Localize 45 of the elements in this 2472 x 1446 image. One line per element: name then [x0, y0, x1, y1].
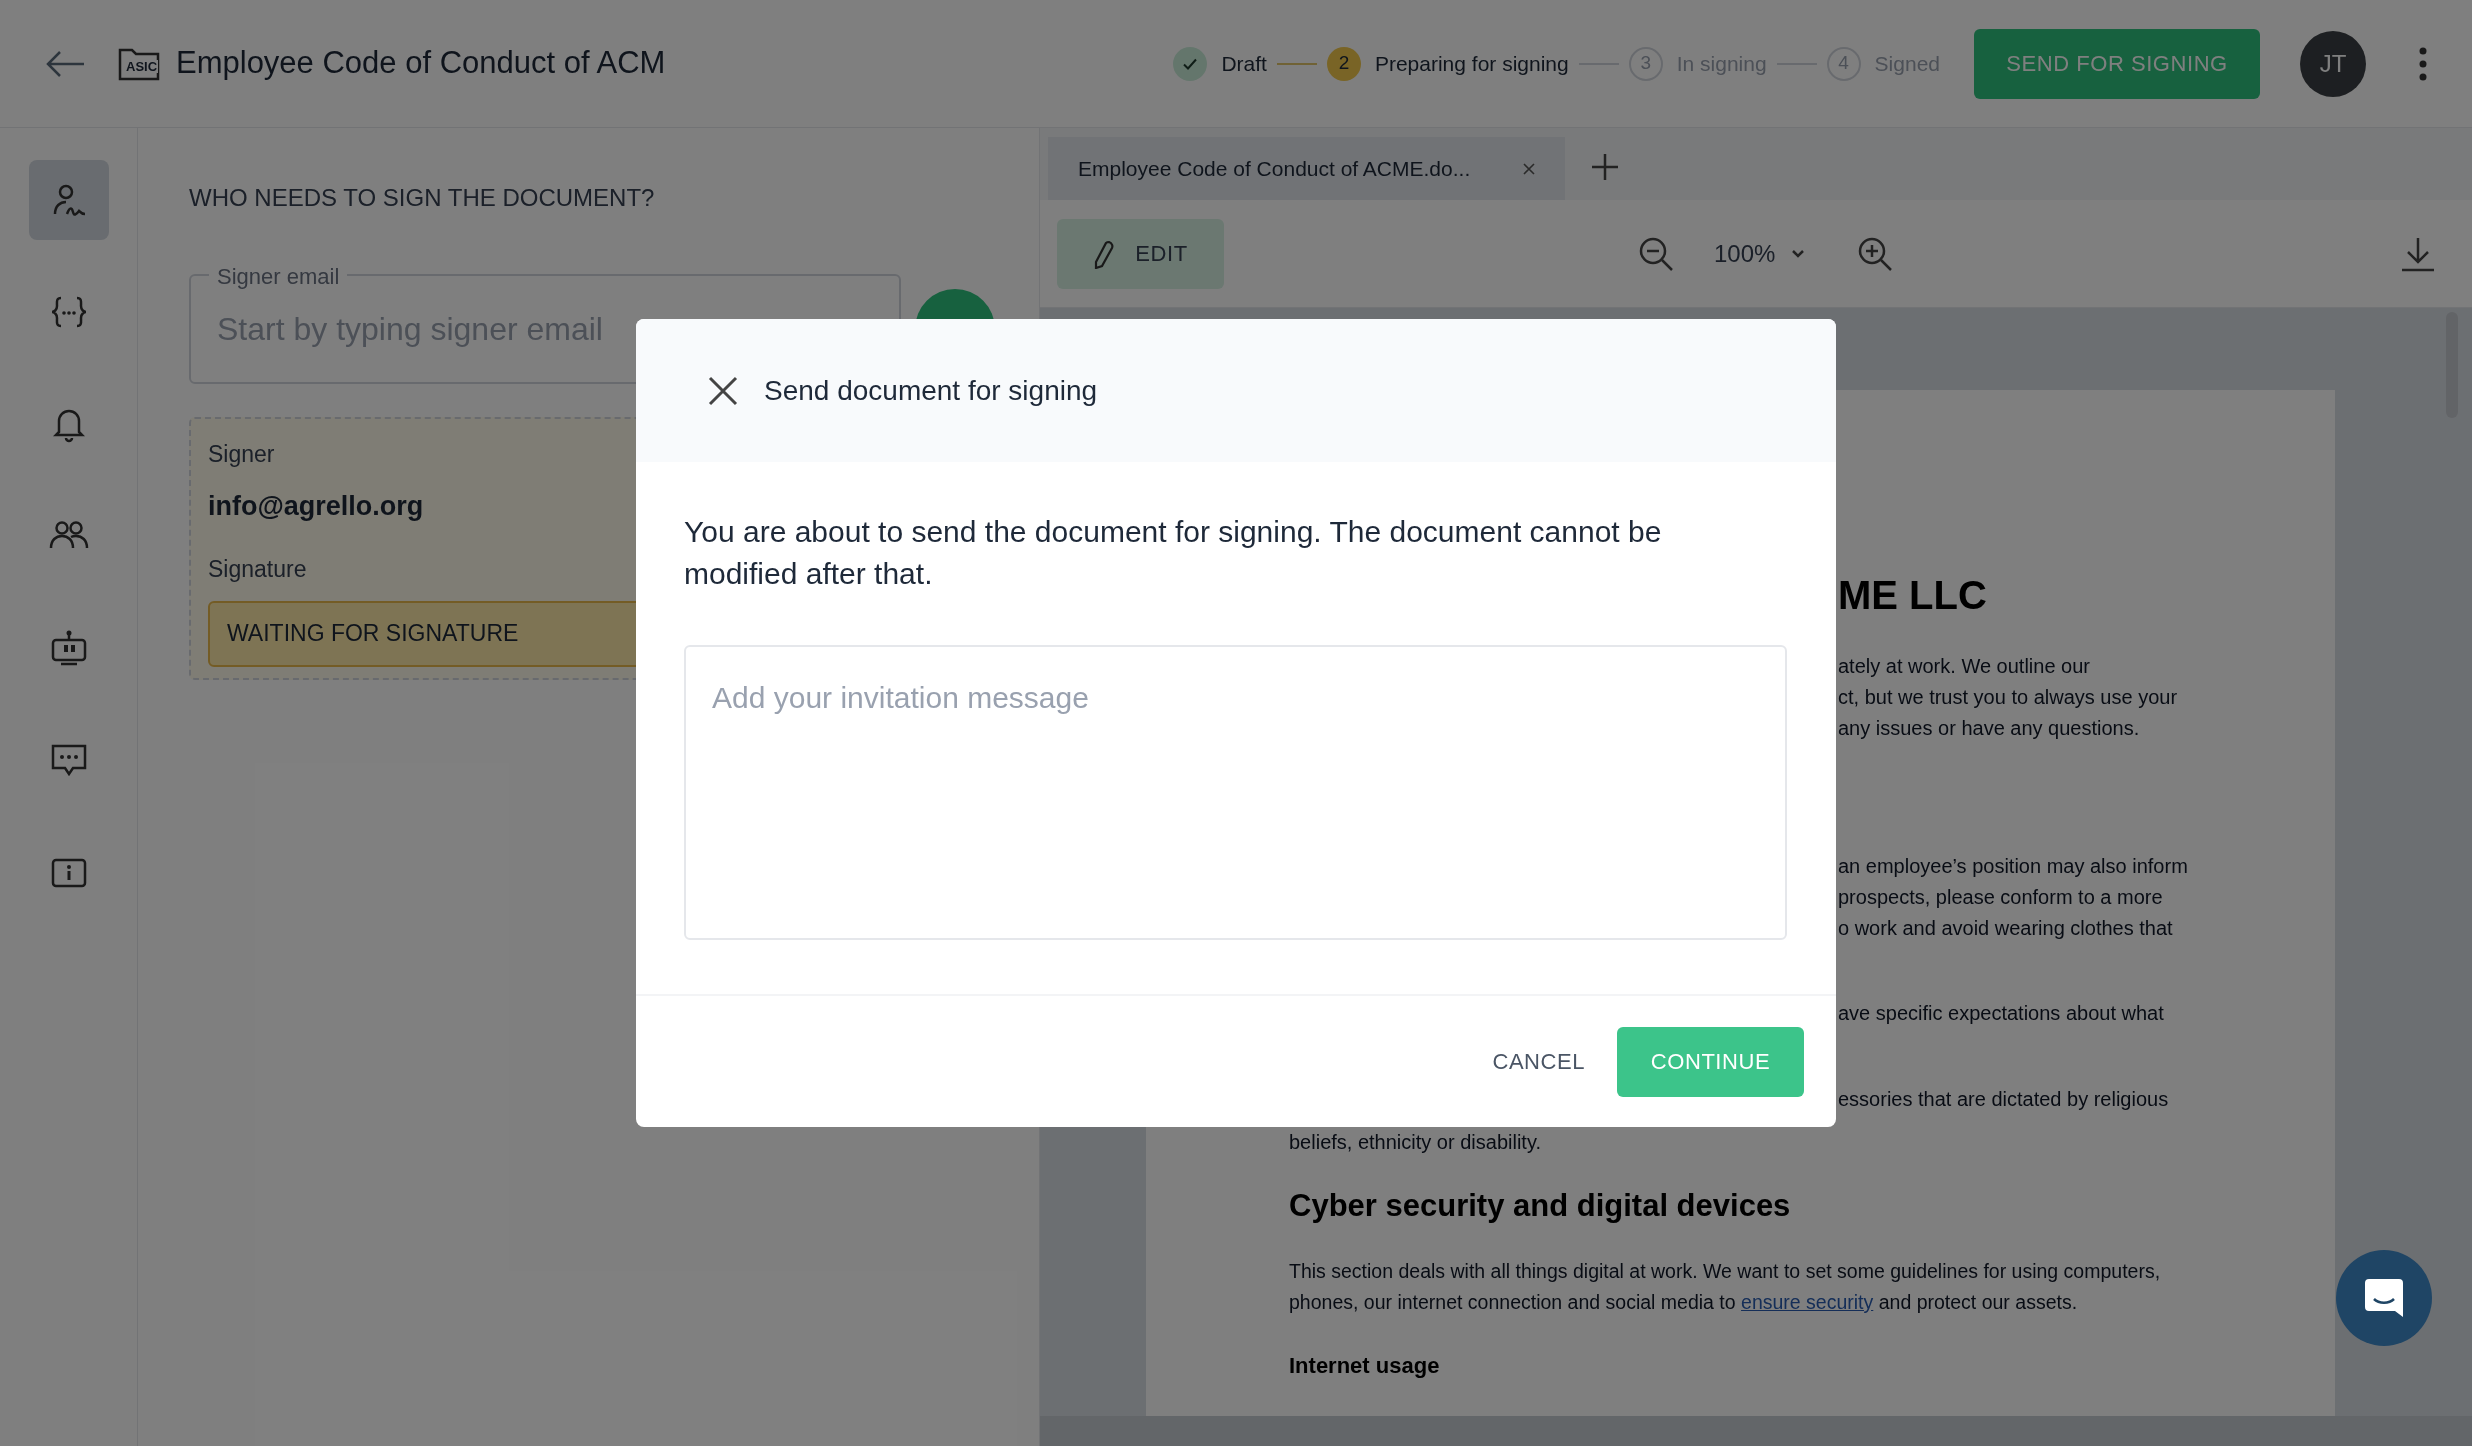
back-arrow-icon[interactable]	[46, 49, 86, 78]
document-text-line: prospects, please conform to a more	[1838, 885, 2163, 910]
step-label: Preparing for signing	[1374, 50, 1569, 77]
signature-label: Signature	[208, 555, 307, 584]
document-title: Employee Code of Conduct of ACM	[176, 44, 666, 83]
file-type-label: ASIC	[125, 59, 159, 73]
signer-label: Signer	[208, 440, 275, 469]
user-avatar[interactable]: JT	[2300, 30, 2366, 97]
document-text-line: essories that are dictated by religious	[1838, 1087, 2169, 1112]
step-label: Draft	[1221, 50, 1267, 77]
pencil-icon	[1093, 238, 1116, 269]
caret-icon	[1791, 248, 1806, 259]
invitation-message-field[interactable]: Add your invitation message	[684, 645, 1787, 940]
tab-label: Employee Code of Conduct of ACME.do...	[1078, 155, 1471, 182]
zoom-in-icon[interactable]	[1857, 235, 1894, 272]
continue-button[interactable]: CONTINUE	[1617, 1026, 1804, 1097]
cancel-button[interactable]: CANCEL	[1480, 1035, 1597, 1088]
step-number: 2	[1326, 46, 1361, 81]
download-icon[interactable]	[2400, 235, 2436, 272]
document-text-line: ME LLC	[1838, 575, 1987, 615]
zoom-out-icon[interactable]	[1638, 235, 1674, 272]
folder-icon	[118, 46, 160, 81]
add-tab-icon[interactable]	[1591, 153, 1619, 181]
chat-bubble-icon	[2363, 1277, 2405, 1319]
section-heading: WHO NEEDS TO SIGN THE DOCUMENT?	[189, 183, 656, 213]
document-text-line: ave specific expectations about what	[1838, 1001, 2164, 1026]
sidebar-tab[interactable]	[28, 160, 109, 240]
signer-email: info@agrello.org	[208, 489, 424, 523]
document-text-line: ct, but we trust you to always use your	[1838, 685, 2178, 710]
ensure-security-link[interactable]: ensure security	[1741, 1291, 1874, 1313]
document-subheading: Internet usage	[1289, 1354, 1441, 1378]
document-text-line: any issues or have any questions.	[1838, 716, 2140, 741]
close-icon[interactable]	[708, 375, 738, 406]
zoom-level-dropdown[interactable]: 100%	[1714, 235, 1806, 272]
document-text-line: ately at work. We outline our	[1838, 654, 2090, 679]
document-tab[interactable]: Employee Code of Conduct of ACME.do...	[1048, 137, 1565, 200]
send-for-signing-button[interactable]: SEND FOR SIGNING	[1974, 28, 2260, 99]
document-text-line: an employee’s position may also inform	[1838, 854, 2188, 879]
document-heading: Cyber security and digital devices	[1289, 1188, 1792, 1224]
edit-button[interactable]: EDIT	[1057, 218, 1224, 289]
more-options-icon[interactable]	[2418, 46, 2428, 81]
dialog-message: You are about to send the document for signing. The document cannot be modified after that.	[684, 514, 1663, 592]
document-text-line: beliefs, ethnicity or disability.	[1289, 1130, 1541, 1155]
document-paragraph: This section deals with all things digital at work. We want to set some guidelines for using computers, phones, our internet connection and social media to ensure security and protect our assets.	[1289, 1259, 2162, 1315]
document-text-line: o work and avoid wearing clothes that	[1838, 916, 2173, 941]
